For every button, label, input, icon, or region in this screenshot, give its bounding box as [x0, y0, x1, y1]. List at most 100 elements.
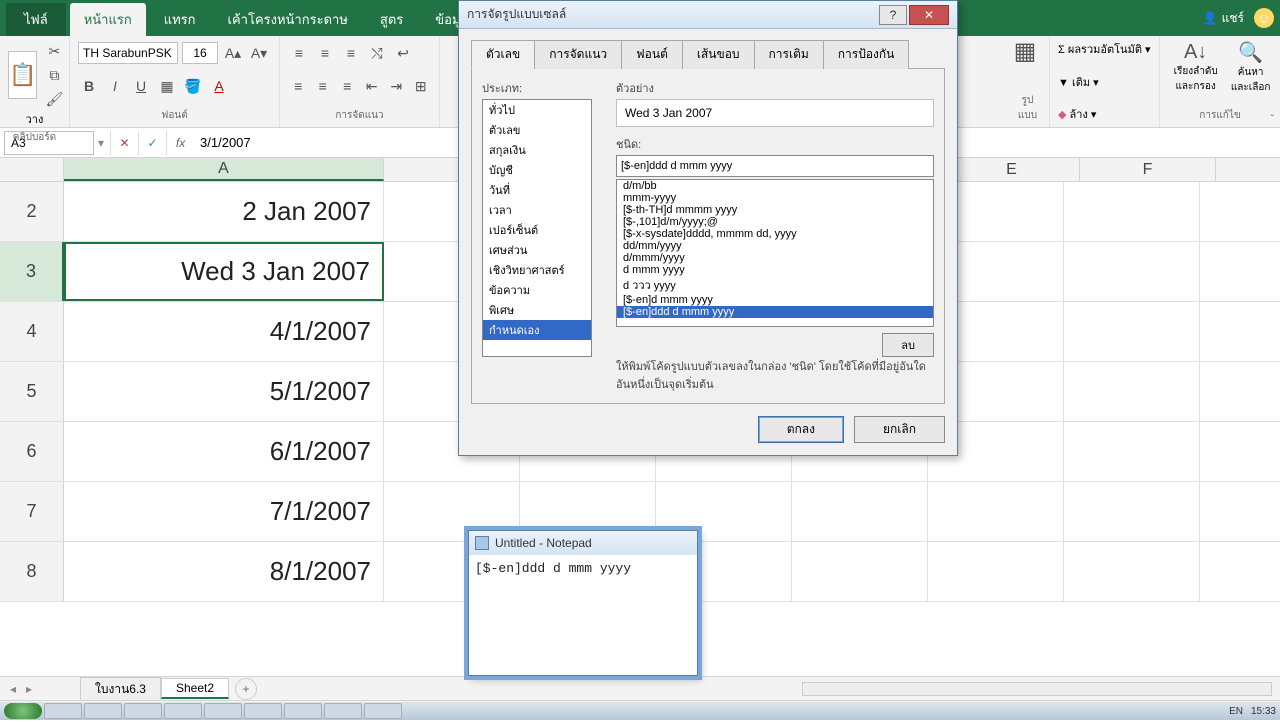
cancel-button[interactable]: ยกเลิก — [854, 416, 945, 443]
format-listbox[interactable]: d/m/bbmmm-yyyy[$-th-TH]d mmmm yyyy[$-,10… — [616, 179, 934, 327]
decrease-font-icon[interactable]: A▾ — [248, 42, 270, 64]
fx-icon[interactable]: fx — [166, 131, 194, 155]
taskbar-app2-icon[interactable] — [324, 703, 362, 719]
column-header[interactable]: F — [1080, 158, 1216, 181]
format-item[interactable]: d/m/bb — [617, 180, 933, 192]
dialog-tab-protection[interactable]: การป้องกัน — [823, 40, 910, 69]
cell[interactable] — [792, 542, 928, 601]
row-header[interactable]: 8 — [0, 542, 64, 601]
fill-icon[interactable]: ▼ — [1058, 77, 1069, 89]
dialog-tab-number[interactable]: ตัวเลข — [471, 40, 535, 69]
tab-home[interactable]: หน้าแรก — [70, 3, 146, 36]
dialog-tab-font[interactable]: ฟอนต์ — [621, 40, 683, 69]
category-item[interactable]: เวลา — [483, 200, 591, 220]
cut-icon[interactable]: ✂ — [43, 40, 65, 62]
taskbar-excel-icon[interactable] — [284, 703, 322, 719]
tab-formulas[interactable]: สูตร — [366, 3, 417, 36]
fill-color-icon[interactable]: 🪣 — [182, 75, 204, 97]
bold-icon[interactable]: B — [78, 75, 100, 97]
sheet-tab[interactable]: Sheet2 — [161, 678, 229, 699]
format-item[interactable]: dd/mm/yyyy — [617, 240, 933, 252]
category-item[interactable]: บัญชี — [483, 160, 591, 180]
cell-styles-icon[interactable]: ▦ — [1014, 40, 1036, 62]
tab-file[interactable]: ไฟล์ — [6, 3, 66, 36]
clear-icon[interactable]: ◆ — [1058, 109, 1066, 121]
feedback-smiley-icon[interactable]: ☺ — [1254, 8, 1274, 28]
category-listbox[interactable]: ทั่วไปตัวเลขสกุลเงินบัญชีวันที่เวลาเปอร์… — [482, 99, 592, 357]
new-sheet-button[interactable]: + — [235, 678, 257, 700]
type-input[interactable] — [616, 155, 934, 177]
cell[interactable]: 4/1/2007 — [64, 302, 384, 361]
taskbar-app-icon[interactable] — [244, 703, 282, 719]
sheet-nav-first-icon[interactable]: ◂ — [6, 682, 20, 696]
cell[interactable] — [1064, 182, 1200, 241]
decrease-indent-icon[interactable]: ⇤ — [362, 75, 383, 97]
cell[interactable]: 2 Jan 2007 — [64, 182, 384, 241]
column-header[interactable]: A — [64, 158, 384, 181]
start-button[interactable] — [4, 703, 42, 719]
cell[interactable]: 6/1/2007 — [64, 422, 384, 481]
copy-icon[interactable]: ⧉ — [43, 64, 65, 86]
row-header[interactable]: 6 — [0, 422, 64, 481]
category-item[interactable]: สกุลเงิน — [483, 140, 591, 160]
cell[interactable]: 8/1/2007 — [64, 542, 384, 601]
category-item[interactable]: ข้อความ — [483, 280, 591, 300]
row-header[interactable]: 2 — [0, 182, 64, 241]
cell[interactable] — [1064, 542, 1200, 601]
taskbar-notepad-icon[interactable] — [364, 703, 402, 719]
cell[interactable] — [1064, 362, 1200, 421]
category-item[interactable]: กำหนดเอง — [483, 320, 591, 340]
dialog-tab-fill[interactable]: การเติม — [754, 40, 824, 69]
taskbar-lang[interactable]: EN — [1229, 706, 1243, 717]
font-size-select[interactable] — [182, 42, 218, 64]
format-item[interactable]: d/mmm/yyyy — [617, 252, 933, 264]
cell[interactable] — [792, 482, 928, 541]
format-item[interactable]: [$-x-sysdate]dddd, mmmm dd, yyyy — [617, 228, 933, 240]
format-item[interactable]: d mmm yyyy — [617, 264, 933, 276]
format-painter-icon[interactable]: 🖌 — [43, 88, 65, 110]
dialog-titlebar[interactable]: การจัดรูปแบบเซลล์ ? ✕ — [459, 1, 957, 29]
borders-icon[interactable]: ▦ — [156, 75, 178, 97]
find-select-icon[interactable]: 🔍 — [1229, 40, 1272, 65]
notepad-content[interactable]: [$-en]ddd d mmm yyyy — [469, 555, 697, 675]
name-box-dropdown-icon[interactable]: ▾ — [98, 136, 104, 150]
dialog-tab-border[interactable]: เส้นขอบ — [682, 40, 755, 69]
category-item[interactable]: เศษส่วน — [483, 240, 591, 260]
cell[interactable]: 5/1/2007 — [64, 362, 384, 421]
taskbar-word-icon[interactable] — [164, 703, 202, 719]
format-item[interactable]: [$-en]ddd d mmm yyyy — [617, 306, 933, 318]
taskbar-chrome-icon[interactable] — [204, 703, 242, 719]
select-all-corner[interactable] — [0, 158, 64, 181]
sheet-tab[interactable]: ใบงาน6.3 — [80, 677, 161, 701]
align-left-icon[interactable]: ≡ — [288, 75, 309, 97]
share-button[interactable]: 👤 แชร์ — [1203, 9, 1244, 28]
category-item[interactable]: ทั่วไป — [483, 100, 591, 120]
dialog-close-button[interactable]: ✕ — [909, 5, 949, 25]
row-header[interactable]: 5 — [0, 362, 64, 421]
column-header[interactable]: E — [944, 158, 1080, 181]
font-name-select[interactable] — [78, 42, 178, 64]
taskbar-powerpoint-icon[interactable] — [124, 703, 162, 719]
format-item[interactable]: [$-en]d mmm yyyy — [617, 294, 933, 306]
font-color-icon[interactable]: A — [208, 75, 230, 97]
horizontal-scrollbar[interactable] — [802, 682, 1272, 696]
notepad-titlebar[interactable]: Untitled - Notepad — [469, 531, 697, 555]
cell[interactable] — [1064, 482, 1200, 541]
sort-filter-icon[interactable]: A↓ — [1168, 41, 1223, 64]
ok-button[interactable]: ตกลง — [758, 416, 844, 443]
collapse-ribbon-icon[interactable]: ˇ — [1271, 114, 1274, 125]
align-right-icon[interactable]: ≡ — [337, 75, 358, 97]
align-bottom-icon[interactable]: ≡ — [340, 42, 362, 64]
align-middle-icon[interactable]: ≡ — [314, 42, 336, 64]
cell[interactable] — [928, 542, 1064, 601]
increase-font-icon[interactable]: A▴ — [222, 42, 244, 64]
wrap-text-icon[interactable]: ↩ — [392, 42, 414, 64]
tab-insert[interactable]: แทรก — [150, 3, 210, 36]
category-item[interactable]: เปอร์เซ็นต์ — [483, 220, 591, 240]
underline-icon[interactable]: U — [130, 75, 152, 97]
dialog-tab-alignment[interactable]: การจัดแนว — [534, 40, 622, 69]
cell[interactable] — [1064, 422, 1200, 481]
cell[interactable] — [928, 482, 1064, 541]
row-header[interactable]: 4 — [0, 302, 64, 361]
tab-page-layout[interactable]: เค้าโครงหน้ากระดาษ — [214, 3, 362, 36]
